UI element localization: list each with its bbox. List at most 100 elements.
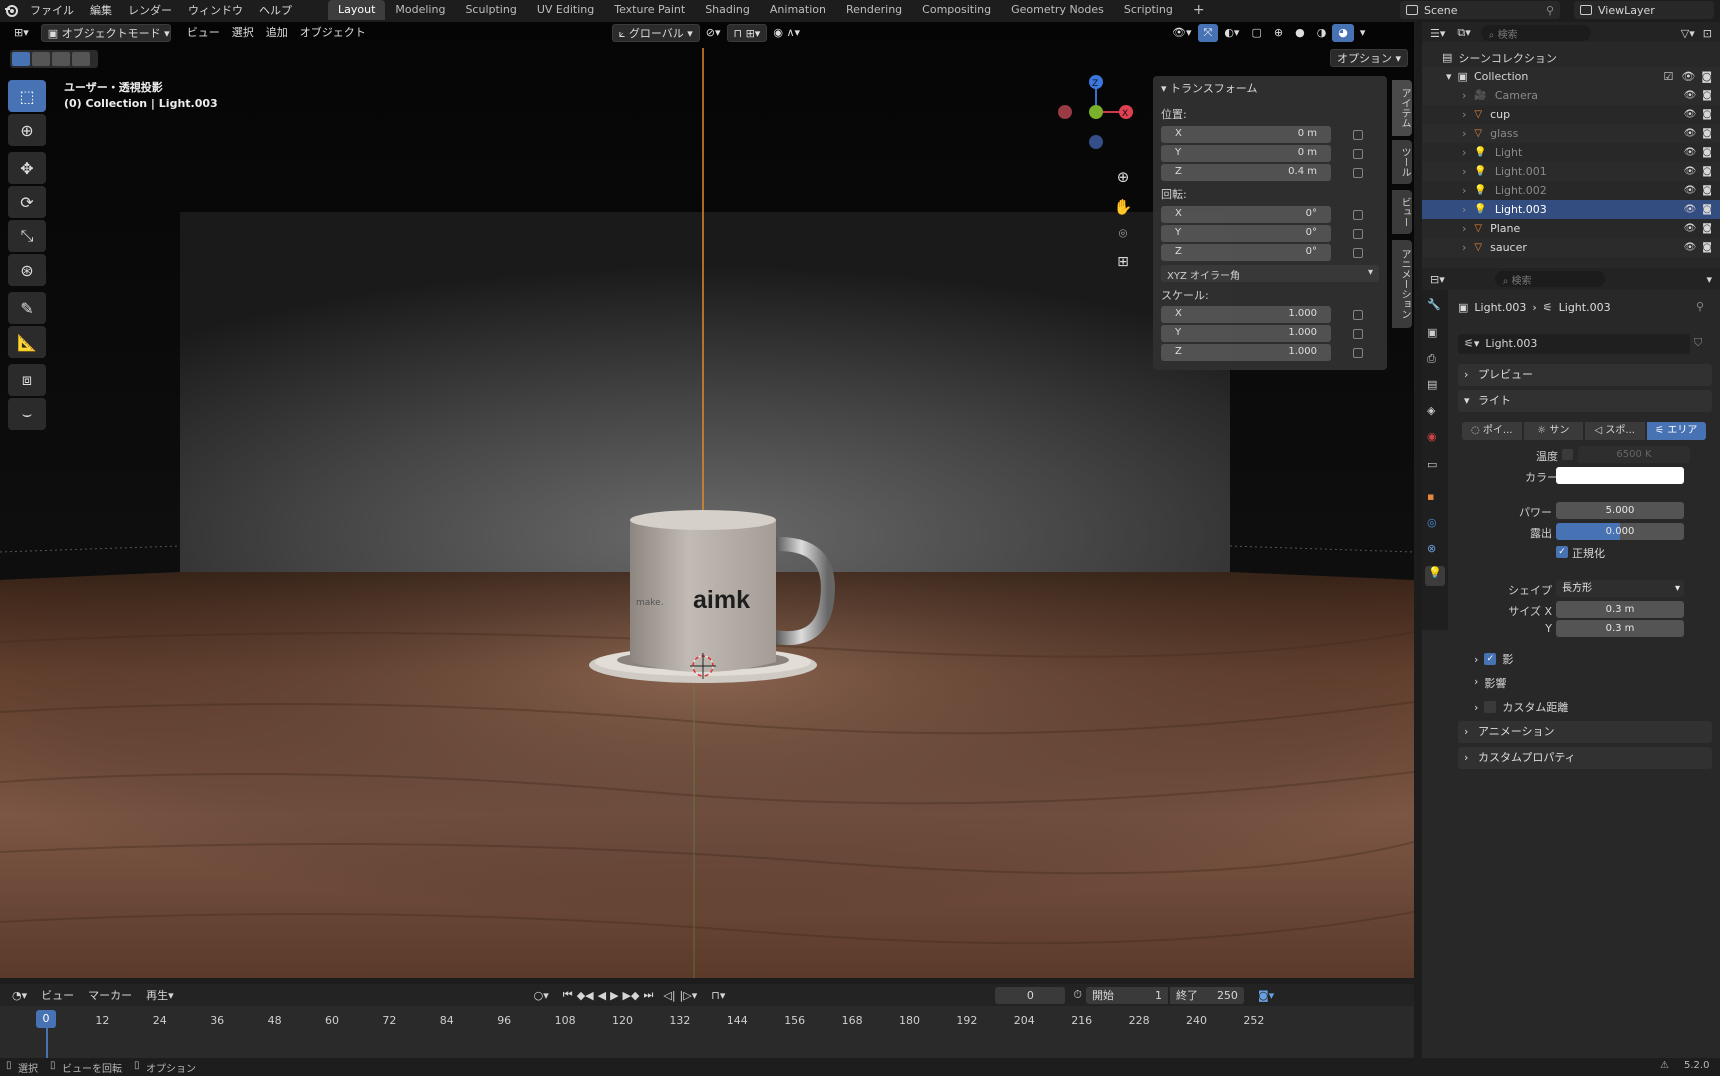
eye-icon[interactable]: 👁	[1684, 223, 1697, 234]
overlay-toggle-icon[interactable]: ◐▾	[1218, 24, 1245, 42]
current-frame-field[interactable]: 0	[995, 986, 1066, 1004]
datablock-selector[interactable]: ⚟▾ Light.003	[1458, 334, 1690, 354]
auto-key-icon[interactable]: ⊓▾	[711, 989, 725, 1002]
stopwatch-icon[interactable]: ⏱	[1073, 988, 1082, 1002]
exposure-field[interactable]: 0.000	[1556, 523, 1684, 540]
chevron-right-icon[interactable]: ›	[1462, 184, 1466, 197]
viewport-menu-add[interactable]: 追加	[260, 24, 294, 42]
sidebar-tab-view[interactable]: ビュー	[1392, 190, 1412, 234]
chevron-right-icon[interactable]: ›	[1462, 165, 1466, 178]
proportional-edit-icon[interactable]: ◉ ∧▾	[767, 24, 806, 42]
light-type-point[interactable]: ◌ ポイ...	[1462, 422, 1522, 440]
select-mode-buttons[interactable]	[10, 50, 98, 68]
menu-window[interactable]: ウィンドウ	[180, 2, 251, 18]
select-extend-icon[interactable]	[32, 52, 50, 66]
menu-edit[interactable]: 編集	[82, 2, 120, 18]
snap-icon[interactable]: ⊓ ⊞▾	[726, 24, 768, 42]
next-keyframe-icon[interactable]: |▷▾	[680, 989, 698, 1002]
properties-type-icon[interactable]: ⊟▾	[1430, 273, 1445, 286]
shape-dropdown[interactable]: 長方形 ▾	[1556, 580, 1684, 597]
chevron-down-icon[interactable]: ▾	[1446, 70, 1452, 83]
end-frame-field[interactable]: 終了 250	[1169, 986, 1244, 1004]
mode-selector[interactable]: ▣ オブジェクトモード ▾	[40, 24, 171, 42]
chevron-right-icon[interactable]: ›	[1462, 89, 1466, 102]
lock-icon[interactable]	[1353, 149, 1363, 159]
select-box-tool-icon[interactable]: ⬚	[8, 80, 46, 112]
measure-tool-icon[interactable]: 📐	[8, 326, 46, 358]
gizmo-toggle-icon[interactable]: ⤧	[1197, 24, 1219, 42]
scene-tab-icon[interactable]: ◈	[1427, 404, 1435, 417]
camera-render-icon[interactable]: ◙	[1702, 223, 1712, 234]
jump-keyframe-back-icon[interactable]: ◆◀	[577, 989, 594, 1002]
rotation-y-field[interactable]: Y 0°	[1161, 225, 1331, 242]
custom-properties-panel-header[interactable]: › カスタムプロパティ	[1458, 747, 1712, 769]
scale-z-field[interactable]: Z 1.000	[1161, 344, 1331, 361]
eye-icon[interactable]: 👁	[1684, 242, 1697, 253]
navigation-gizmo[interactable]: X Z	[1050, 72, 1140, 182]
chevron-right-icon[interactable]: ›	[1462, 241, 1466, 254]
start-frame-field[interactable]: 開始 1	[1085, 986, 1168, 1004]
cursor-tool-icon[interactable]: ⊕	[8, 114, 46, 146]
timeline-menu-marker[interactable]: マーカー	[88, 987, 132, 1003]
light-type-area[interactable]: ⚟ エリア	[1646, 422, 1706, 440]
camera-render-icon[interactable]: ◙	[1702, 90, 1712, 101]
visibility-icon[interactable]: 👁▾	[1166, 24, 1198, 42]
jump-start-icon[interactable]: ⏮	[563, 988, 573, 1002]
outliner-item-camera[interactable]: › 🎥 Camera 👁 ◙	[1422, 86, 1720, 105]
outliner-item-light-001[interactable]: › 💡 Light.001 👁 ◙	[1422, 162, 1720, 181]
outliner-item-saucer[interactable]: › ▽ saucer 👁 ◙	[1422, 238, 1720, 257]
grid-view-icon[interactable]: ⊞	[1112, 254, 1134, 276]
shading-material-icon[interactable]: ◑	[1311, 24, 1333, 42]
output-tab-icon[interactable]: ⎙	[1427, 352, 1436, 366]
collection-row[interactable]: ▾ ▣ Collection ☑ 👁 ◙	[1422, 67, 1720, 86]
tool-tab-icon[interactable]: 🔧	[1427, 298, 1441, 311]
eye-icon[interactable]: 👁	[1684, 147, 1697, 158]
tab-uv-editing[interactable]: UV Editing	[527, 0, 604, 20]
sync-icon[interactable]: ◙▾	[1258, 989, 1274, 1002]
physics-tab-icon[interactable]: ◎	[1427, 516, 1437, 529]
chevron-right-icon[interactable]: ›	[1462, 127, 1466, 140]
light-panel-header[interactable]: ▾ ライト	[1458, 390, 1712, 412]
camera-render-icon[interactable]: ◙	[1702, 109, 1712, 120]
tab-sculpting[interactable]: Sculpting	[455, 0, 526, 20]
chevron-right-icon[interactable]: ›	[1462, 146, 1466, 159]
eye-icon[interactable]: 👁	[1684, 204, 1697, 215]
editor-type-icon[interactable]: ⊞▾	[8, 24, 35, 42]
zoom-icon[interactable]: ⊕	[1112, 168, 1134, 190]
pivot-icon[interactable]: ⊘▾	[700, 24, 727, 42]
prev-keyframe-icon[interactable]: ◁|	[663, 989, 675, 1002]
jump-end-icon[interactable]: ⏭	[643, 988, 653, 1002]
render-tab-icon[interactable]: ▣	[1427, 326, 1437, 339]
lock-icon[interactable]	[1353, 310, 1363, 320]
jump-keyframe-forward-icon[interactable]: ▶◆	[623, 989, 640, 1002]
rotate-tool-icon[interactable]: ⟳	[8, 186, 46, 218]
eye-icon[interactable]: 👁	[1684, 166, 1697, 177]
shadow-checkbox[interactable]: ✓	[1484, 653, 1497, 665]
menu-help[interactable]: ヘルプ	[251, 2, 300, 18]
rotation-x-field[interactable]: X 0°	[1161, 206, 1331, 223]
display-mode-icon[interactable]: ⧉▾	[1457, 26, 1470, 40]
camera-render-icon[interactable]: ◙	[1702, 242, 1712, 253]
sidebar-tab-tool[interactable]: ツール	[1392, 140, 1412, 184]
play-icon[interactable]: ▶	[610, 989, 618, 1002]
chevron-right-icon[interactable]: ›	[1462, 203, 1466, 216]
camera-render-icon[interactable]: ◙	[1701, 70, 1712, 83]
lock-icon[interactable]	[1353, 229, 1363, 239]
eye-icon[interactable]: 👁	[1684, 185, 1697, 196]
size-x-field[interactable]: 0.3 m	[1556, 601, 1684, 618]
transform-panel-header[interactable]: ▾ トランスフォーム	[1161, 80, 1257, 96]
filter-icon[interactable]: ▽▾	[1681, 27, 1695, 40]
lock-icon[interactable]	[1353, 210, 1363, 220]
lock-icon[interactable]	[1353, 168, 1363, 178]
options-dropdown[interactable]: オプション ▾	[1330, 49, 1409, 67]
power-field[interactable]: 5.000	[1556, 502, 1684, 519]
viewport-menu-view[interactable]: ビュー	[181, 24, 226, 42]
viewport-menu-select[interactable]: 選択	[226, 24, 260, 42]
select-intersect-icon[interactable]	[72, 52, 90, 66]
lock-icon[interactable]	[1353, 130, 1363, 140]
viewport-menu-object[interactable]: オブジェクト	[294, 24, 372, 42]
light-type-spot[interactable]: ◁ スポ...	[1585, 422, 1645, 440]
lock-icon[interactable]	[1353, 348, 1363, 358]
timeline-menu-view[interactable]: ビュー	[41, 987, 74, 1003]
outliner-item-light[interactable]: › 💡 Light 👁 ◙	[1422, 143, 1720, 162]
